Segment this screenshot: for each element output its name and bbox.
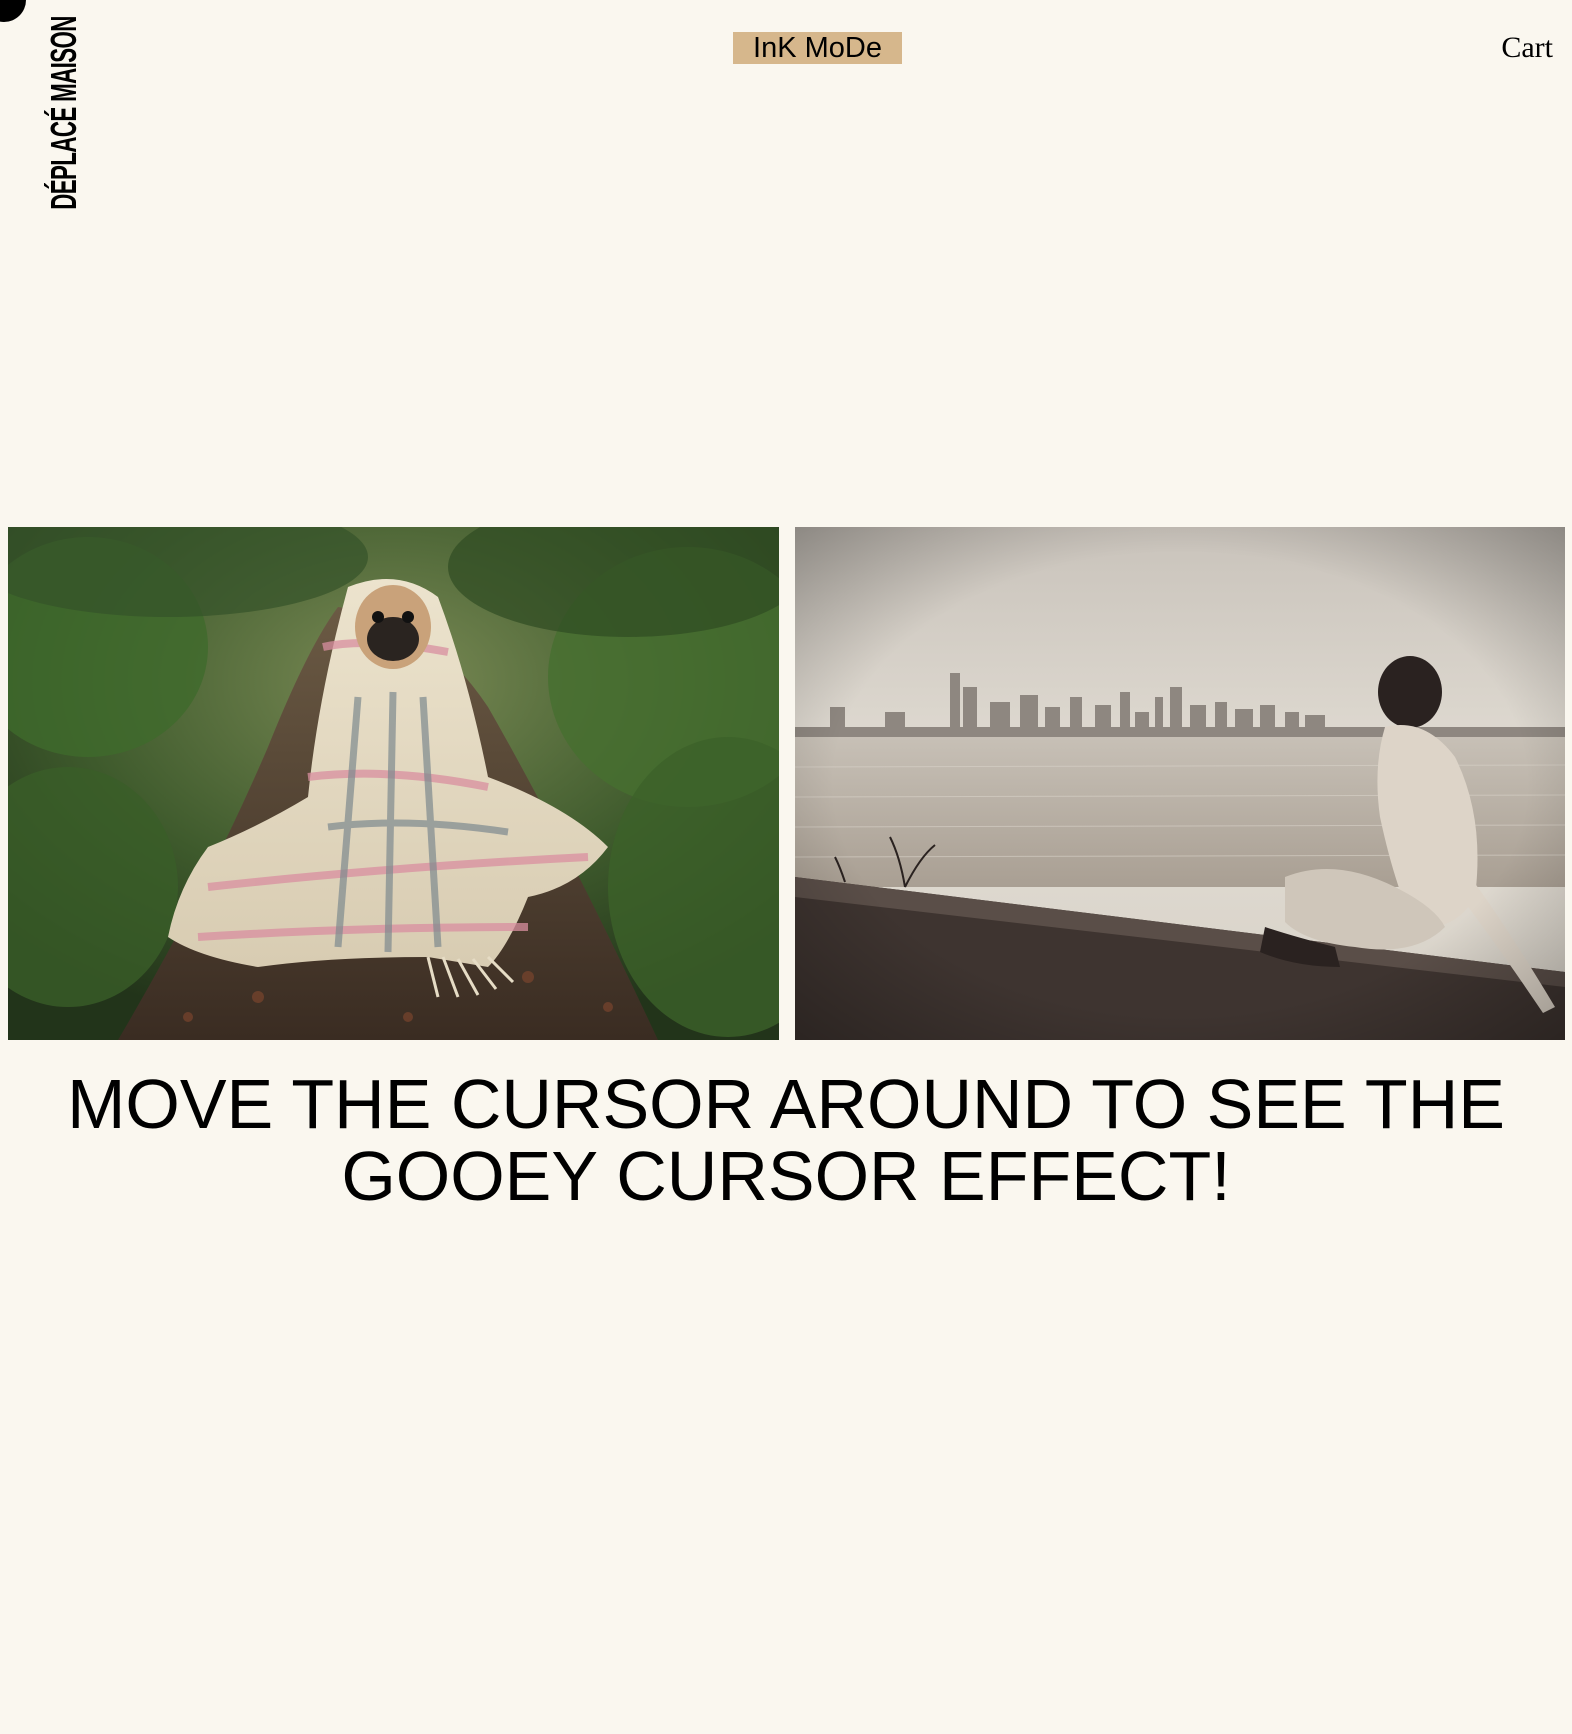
ink-mode-toggle[interactable]: InK MoDe: [733, 32, 902, 64]
cart-link[interactable]: Cart: [1501, 30, 1553, 66]
brand-name: DÉPLACÉ MAISON: [43, 16, 84, 210]
headline: MOVE THE CURSOR AROUND TO SEE THE GOOEY …: [67, 1065, 1505, 1215]
gallery-image-seawall: [795, 527, 1565, 1040]
gooey-cursor: [0, 0, 26, 22]
gallery-image-pug: [8, 527, 779, 1040]
brand-logo[interactable]: DÉPLACÉ MAISON: [42, 16, 86, 209]
